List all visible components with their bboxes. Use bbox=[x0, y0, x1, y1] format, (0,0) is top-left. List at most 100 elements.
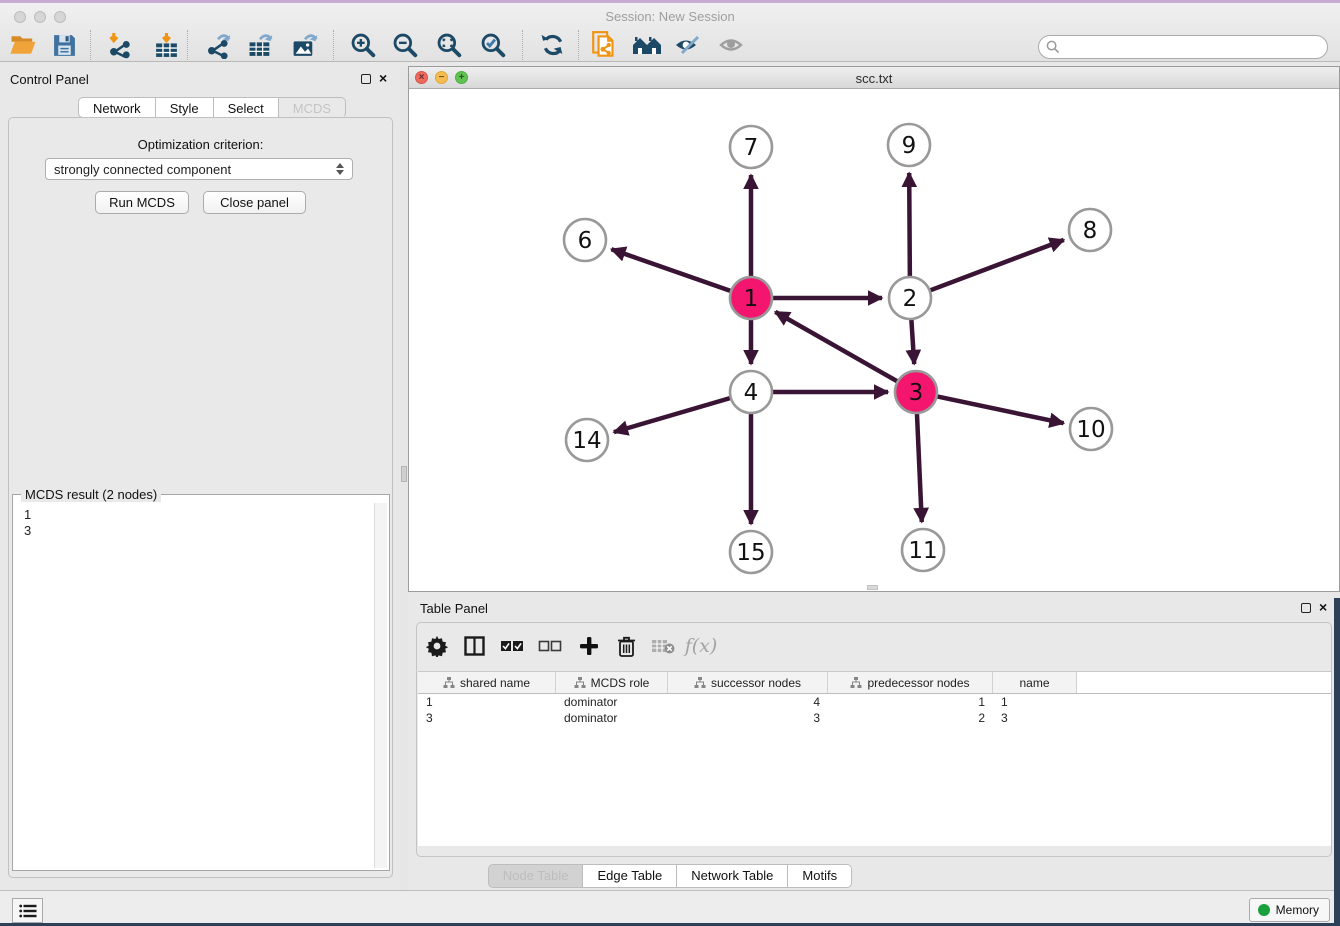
graph-node-label-4: 4 bbox=[744, 380, 759, 406]
tab-node-table[interactable]: Node Table bbox=[488, 864, 584, 888]
mcds-result-text[interactable]: 13 bbox=[15, 503, 374, 868]
search-box[interactable] bbox=[1038, 35, 1328, 59]
column-header-shared-name[interactable]: shared name bbox=[418, 672, 556, 693]
zoom-fit-icon bbox=[436, 32, 462, 58]
node-table-panel: f(x) shared nameMCDS rolesuccessor nodes… bbox=[416, 622, 1332, 857]
eye-disabled-icon bbox=[718, 33, 746, 57]
import-table-button[interactable] bbox=[146, 27, 186, 63]
optimization-criterion-dropdown[interactable]: strongly connected component bbox=[45, 158, 353, 180]
hierarchy-icon bbox=[694, 677, 706, 688]
network-view-window: × − + scc.txt 7961284310141511 bbox=[408, 66, 1340, 592]
table-row[interactable]: 1dominator411 bbox=[418, 694, 1331, 710]
save-session-button[interactable] bbox=[44, 27, 84, 63]
column-header-predecessor-nodes[interactable]: predecessor nodes bbox=[828, 672, 993, 693]
clone-network-button[interactable] bbox=[585, 27, 625, 63]
export-image-icon bbox=[291, 32, 319, 59]
table-header-row: shared nameMCDS rolesuccessor nodesprede… bbox=[418, 672, 1331, 694]
vertical-splitter[interactable] bbox=[400, 66, 408, 890]
network-window-titlebar[interactable]: × − + scc.txt bbox=[409, 67, 1339, 89]
tab-select[interactable]: Select bbox=[214, 97, 279, 118]
graph-edge-3-11[interactable] bbox=[917, 413, 922, 522]
run-mcds-button[interactable]: Run MCDS bbox=[95, 191, 189, 214]
export-image-button[interactable] bbox=[285, 27, 325, 63]
table-cell[interactable]: 3 bbox=[418, 710, 556, 726]
tab-mcds[interactable]: MCDS bbox=[279, 97, 346, 118]
table-row[interactable]: 3dominator323 bbox=[418, 710, 1331, 726]
table-panel-tabs: Node TableEdge TableNetwork TableMotifs bbox=[0, 864, 1340, 888]
network-window-title: scc.txt bbox=[409, 71, 1339, 86]
refresh-button[interactable] bbox=[533, 27, 573, 63]
graph-edge-2-3[interactable] bbox=[911, 319, 914, 364]
zoom-out-button[interactable] bbox=[385, 27, 425, 63]
graph-edge-2-9[interactable] bbox=[909, 173, 910, 277]
table-cell[interactable]: 1 bbox=[418, 694, 556, 710]
zoom-fit-button[interactable] bbox=[429, 27, 469, 63]
result-scrollbar[interactable] bbox=[374, 503, 387, 868]
table-cell[interactable]: 2 bbox=[828, 710, 993, 726]
task-history-button[interactable] bbox=[12, 898, 43, 923]
table-cell[interactable]: 3 bbox=[993, 710, 1077, 726]
float-panel-icon[interactable] bbox=[361, 74, 371, 84]
graph-edge-1-6[interactable] bbox=[611, 249, 731, 291]
splitter-grip[interactable] bbox=[401, 466, 407, 482]
memory-label: Memory bbox=[1276, 903, 1319, 917]
delete-column-button[interactable] bbox=[608, 629, 644, 663]
close-panel-button[interactable]: Close panel bbox=[203, 191, 306, 214]
fx-icon: f(x) bbox=[685, 635, 718, 657]
graph-edge-4-14[interactable] bbox=[614, 398, 731, 432]
delete-table-button[interactable] bbox=[645, 629, 681, 663]
close-table-panel-icon[interactable]: × bbox=[1319, 602, 1327, 612]
hierarchy-icon bbox=[850, 677, 862, 688]
hide-details-button[interactable] bbox=[712, 27, 752, 63]
table-cell[interactable]: dominator bbox=[556, 694, 668, 710]
import-network-icon bbox=[105, 32, 133, 59]
column-header-MCDS-role[interactable]: MCDS role bbox=[556, 672, 668, 693]
desktop-background bbox=[1334, 598, 1340, 926]
canvas-grip[interactable] bbox=[867, 585, 878, 590]
control-panel-tabs: NetworkStyleSelectMCDS bbox=[78, 97, 346, 118]
unselect-all-columns-button[interactable] bbox=[532, 629, 568, 663]
graph-edge-3-1[interactable] bbox=[775, 312, 897, 382]
import-network-button[interactable] bbox=[99, 27, 139, 63]
select-all-columns-button[interactable] bbox=[494, 629, 530, 663]
search-input[interactable] bbox=[1064, 38, 1327, 56]
export-table-button[interactable] bbox=[241, 27, 281, 63]
export-network-button[interactable] bbox=[199, 27, 239, 63]
zoom-selected-button[interactable] bbox=[473, 27, 513, 63]
node-table[interactable]: shared nameMCDS rolesuccessor nodesprede… bbox=[418, 671, 1331, 846]
function-builder-button[interactable]: f(x) bbox=[683, 629, 719, 663]
column-header-successor-nodes[interactable]: successor nodes bbox=[668, 672, 828, 693]
close-panel-icon[interactable]: × bbox=[379, 73, 387, 83]
table-settings-button[interactable] bbox=[419, 629, 455, 663]
table-cell[interactable]: 3 bbox=[668, 710, 828, 726]
memory-status-icon bbox=[1258, 904, 1270, 916]
graph-edge-3-10[interactable] bbox=[937, 396, 1064, 423]
float-table-panel-icon[interactable] bbox=[1301, 603, 1311, 613]
home-button[interactable] bbox=[627, 27, 667, 63]
memory-button[interactable]: Memory bbox=[1249, 898, 1330, 922]
tab-style[interactable]: Style bbox=[156, 97, 214, 118]
toggle-graphics-details-button[interactable] bbox=[668, 27, 708, 63]
tab-network-table[interactable]: Network Table bbox=[677, 864, 788, 888]
tab-motifs[interactable]: Motifs bbox=[788, 864, 852, 888]
network-graph[interactable]: 7961284310141511 bbox=[409, 89, 1339, 591]
tab-edge-table[interactable]: Edge Table bbox=[583, 864, 677, 888]
table-cell[interactable]: 1 bbox=[993, 694, 1077, 710]
table-cell[interactable]: 1 bbox=[828, 694, 993, 710]
zoom-selected-icon bbox=[480, 32, 506, 58]
column-header-name[interactable]: name bbox=[993, 672, 1077, 693]
network-canvas[interactable]: 7961284310141511 bbox=[409, 89, 1339, 591]
dropdown-arrows-icon bbox=[336, 163, 344, 175]
table-cell[interactable]: dominator bbox=[556, 710, 668, 726]
add-column-button[interactable] bbox=[571, 629, 607, 663]
show-columns-button[interactable] bbox=[456, 629, 492, 663]
graph-edge-2-8[interactable] bbox=[930, 240, 1064, 291]
table-cell[interactable]: 4 bbox=[668, 694, 828, 710]
gear-icon bbox=[426, 635, 448, 657]
delete-table-icon bbox=[651, 638, 675, 654]
open-session-button[interactable] bbox=[3, 27, 43, 63]
refresh-icon bbox=[540, 32, 566, 58]
zoom-in-button[interactable] bbox=[343, 27, 383, 63]
tab-network[interactable]: Network bbox=[78, 97, 156, 118]
mcds-result-group: MCDS result (2 nodes) 13 bbox=[12, 494, 390, 871]
